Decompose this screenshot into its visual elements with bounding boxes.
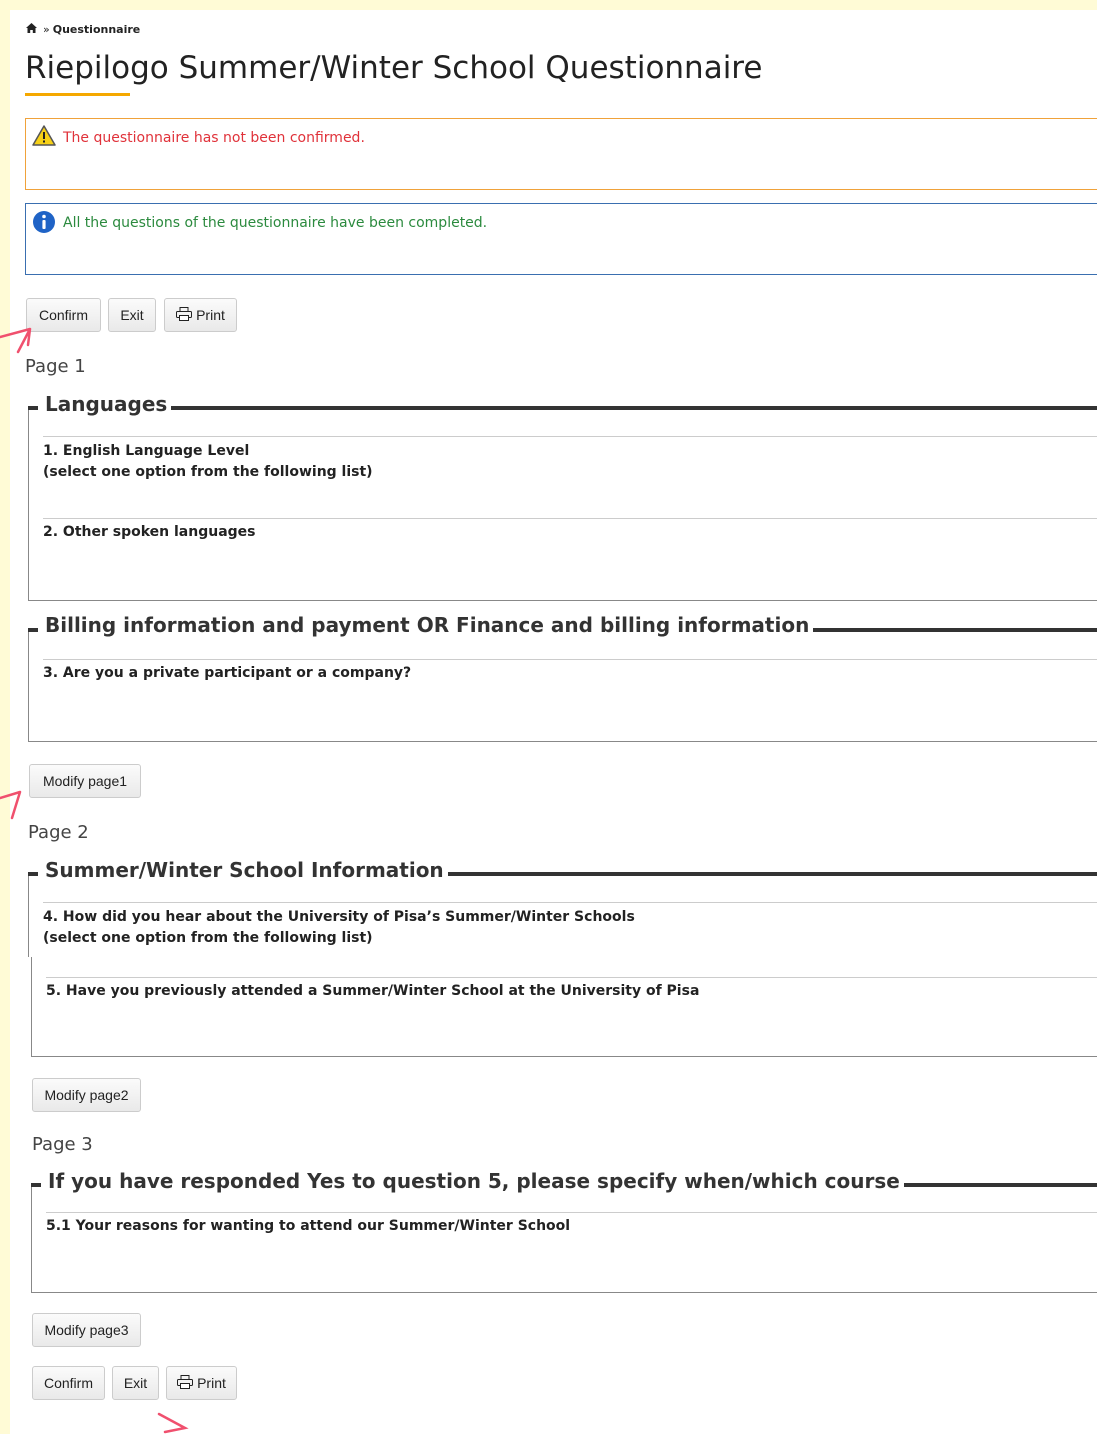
billing-section — [28, 629, 1097, 742]
modify-page2-button[interactable]: Modify page2 — [32, 1078, 141, 1112]
section-legend-school-info: Summer/Winter School Information — [41, 858, 448, 882]
modify-page3-button[interactable]: Modify page3 — [32, 1313, 141, 1347]
printer-icon — [177, 1374, 194, 1392]
breadcrumb: » Questionnaire — [26, 23, 140, 36]
print-label: Print — [196, 307, 225, 323]
annotation-arrow-icon — [157, 1412, 189, 1434]
question-3: 3. Are you a private participant or a co… — [43, 665, 412, 681]
annotation-arrow-icon — [0, 327, 32, 354]
question-4-text: 4. How did you hear about the University… — [43, 909, 635, 925]
legend-line — [160, 406, 1097, 410]
legend-line — [422, 872, 1097, 876]
question-4: 4. How did you hear about the University… — [43, 907, 635, 949]
print-label-bottom: Print — [197, 1375, 226, 1391]
question-divider — [46, 1212, 1097, 1213]
warning-message: The questionnaire has not been confirmed… — [63, 130, 365, 146]
page-3-label: Page 3 — [32, 1134, 93, 1155]
modify-page1-button[interactable]: Modify page1 — [29, 764, 141, 798]
section-legend-languages: Languages — [41, 392, 172, 416]
question-5: 5. Have you previously attended a Summer… — [46, 983, 700, 999]
question-1-text: 1. English Language Level — [43, 443, 250, 459]
print-button-bottom[interactable]: Print — [166, 1366, 237, 1400]
home-icon[interactable] — [26, 23, 37, 36]
question-5-1: 5.1 Your reasons for wanting to attend o… — [46, 1218, 571, 1234]
question-4-note: (select one option from the following li… — [43, 930, 373, 946]
question-divider — [43, 659, 1097, 660]
question-1-note: (select one option from the following li… — [43, 464, 373, 480]
info-icon — [32, 210, 56, 238]
page-title: Riepilogo Summer/Winter School Questionn… — [25, 50, 763, 86]
print-button[interactable]: Print — [164, 298, 237, 332]
printer-icon — [176, 306, 193, 324]
info-alert: All the questions of the questionnaire h… — [25, 203, 1097, 275]
section-legend-previous-course: If you have responded Yes to question 5,… — [44, 1169, 904, 1193]
question-1: 1. English Language Level (select one op… — [43, 441, 373, 483]
question-divider — [43, 902, 1097, 903]
page-2-label: Page 2 — [28, 822, 89, 843]
question-5-box — [31, 957, 1097, 1057]
legend-dash — [28, 628, 38, 632]
exit-button[interactable]: Exit — [108, 298, 156, 332]
legend-dash — [31, 1183, 41, 1187]
section-legend-billing: Billing information and payment OR Finan… — [41, 613, 814, 637]
question-divider — [43, 518, 1097, 519]
question-2: 2. Other spoken languages — [43, 524, 256, 540]
info-message: All the questions of the questionnaire h… — [63, 215, 488, 231]
warning-icon — [32, 125, 56, 150]
question-divider — [46, 977, 1097, 978]
title-underline — [25, 93, 130, 96]
warning-alert: The questionnaire has not been confirmed… — [25, 118, 1097, 190]
legend-dash — [28, 406, 38, 410]
annotation-arrow-icon — [0, 790, 22, 820]
breadcrumb-current: Questionnaire — [52, 23, 141, 36]
confirm-button-bottom[interactable]: Confirm — [32, 1366, 105, 1400]
question-divider — [43, 436, 1097, 437]
page-container: » Questionnaire Riepilogo Summer/Winter … — [10, 10, 1097, 1434]
legend-dash — [28, 872, 38, 876]
breadcrumb-separator: » — [43, 23, 50, 36]
page-1-label: Page 1 — [25, 356, 86, 377]
previous-course-section — [31, 1184, 1097, 1293]
exit-button-bottom[interactable]: Exit — [112, 1366, 159, 1400]
